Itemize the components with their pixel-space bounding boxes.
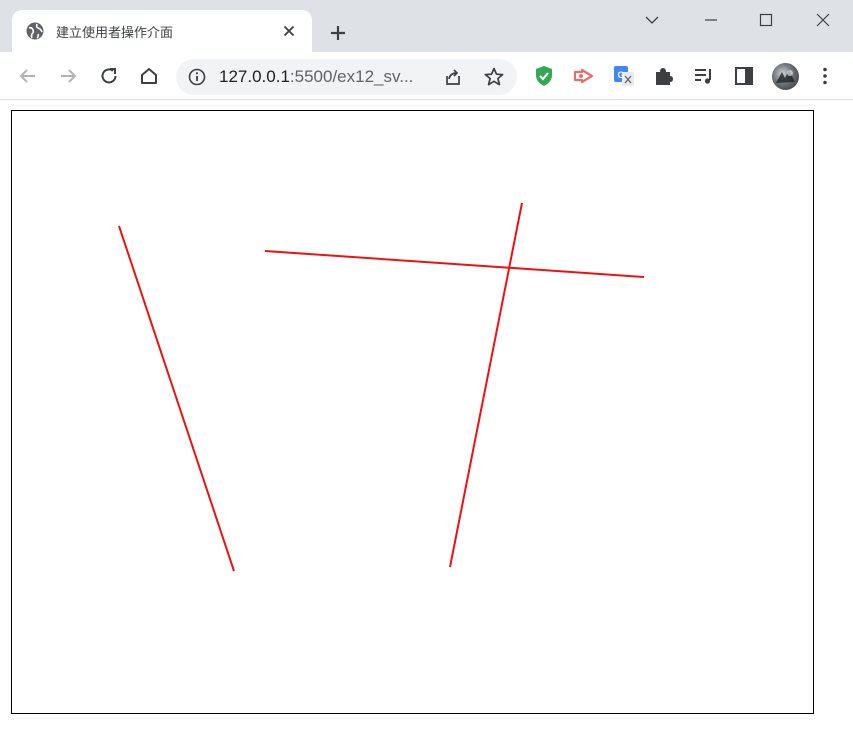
page-viewport: [0, 101, 853, 742]
svg-drawing-canvas[interactable]: [11, 110, 814, 714]
svg-drawing[interactable]: [12, 111, 813, 713]
home-icon[interactable]: [137, 64, 161, 88]
tab-strip: 建立使用者操作介面: [0, 0, 853, 52]
minimize-icon[interactable]: [697, 8, 725, 32]
browser-tab[interactable]: 建立使用者操作介面: [12, 10, 312, 52]
new-tab-plus-icon[interactable]: [326, 21, 350, 45]
arrow-left-icon[interactable]: [16, 64, 40, 88]
profile-avatar[interactable]: [772, 63, 799, 90]
globe-icon: [26, 22, 44, 40]
arrow-right-icon[interactable]: [56, 64, 80, 88]
tab-title: 建立使用者操作介面: [56, 26, 174, 41]
info-icon[interactable]: [188, 68, 206, 86]
address-bar[interactable]: 127.0.0.1:5500/ex12_sv...: [176, 59, 517, 95]
drawn-line-3[interactable]: [449, 202, 523, 568]
drawn-line-2[interactable]: [264, 250, 645, 278]
media-queue-icon[interactable]: [692, 64, 716, 88]
kebab-menu-icon[interactable]: [813, 64, 837, 88]
chevron-down-icon[interactable]: [638, 8, 666, 32]
url-path: :5500/ex12_sv...: [289, 67, 414, 86]
drawn-line-1[interactable]: [118, 225, 235, 572]
close-tab-icon[interactable]: [281, 23, 297, 39]
url-text[interactable]: 127.0.0.1:5500/ex12_sv...: [219, 67, 413, 87]
maximize-icon[interactable]: [752, 8, 780, 32]
puzzle-icon[interactable]: [652, 64, 676, 88]
side-panel-icon[interactable]: [732, 64, 756, 88]
url-host: 127.0.0.1: [219, 67, 290, 86]
share-icon[interactable]: [443, 67, 463, 87]
bookmark-star-icon[interactable]: [483, 66, 505, 88]
avatar-image: [776, 70, 795, 83]
browser-toolbar: 127.0.0.1:5500/ex12_sv... G: [0, 52, 853, 100]
reload-icon[interactable]: [97, 64, 121, 88]
cast-arrow-icon[interactable]: [572, 64, 596, 88]
translate-icon[interactable]: G: [612, 64, 636, 88]
shield-check-icon[interactable]: [532, 64, 556, 88]
svg-text:G: G: [617, 70, 624, 80]
close-window-icon[interactable]: [809, 8, 837, 32]
